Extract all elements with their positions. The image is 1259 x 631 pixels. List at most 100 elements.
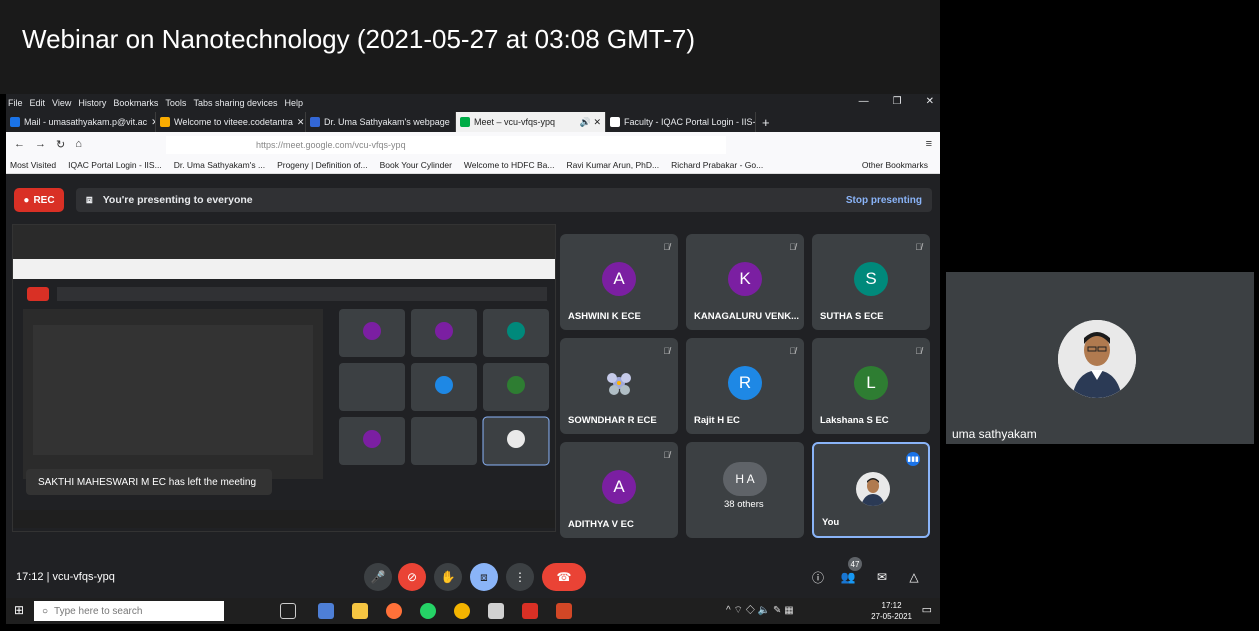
mic-off-icon: 🎙̸ — [789, 346, 796, 356]
menu-icon[interactable]: ≡ — [926, 138, 932, 150]
participant-avatar: S — [854, 262, 888, 296]
activities-icon[interactable]: △ — [900, 563, 928, 591]
menu-bookmarks[interactable]: Bookmarks — [113, 98, 158, 108]
taskbar-clock[interactable]: 17:12 27-05-2021 — [871, 600, 912, 622]
speaking-indicator-icon: ▮▮▮ — [906, 452, 920, 466]
bookmark-item[interactable]: Ravi Kumar Arun, PhD... — [566, 160, 659, 170]
participant-name: ADITHYA V EC — [568, 519, 634, 530]
menu-tabs-sharing[interactable]: Tabs sharing devices — [193, 98, 277, 108]
menu-help[interactable]: Help — [284, 98, 303, 108]
search-icon: ○ — [42, 605, 49, 617]
home-icon[interactable]: ⌂ — [75, 138, 82, 150]
others-tile[interactable]: H A 38 others — [686, 442, 804, 538]
meeting-info: 17:12 | vcu-vfqs-ypq — [16, 571, 115, 583]
tab-viteee[interactable]: Welcome to viteee.codetantra ✕ — [156, 112, 306, 132]
task-view-icon[interactable] — [280, 603, 296, 619]
notifications-icon[interactable]: ▭ — [922, 603, 932, 616]
new-tab-button[interactable]: + — [756, 112, 776, 132]
iqac-icon — [610, 117, 620, 127]
meet-icon — [460, 117, 470, 127]
app-icon[interactable] — [488, 603, 504, 619]
tab-iqac[interactable]: Faculty - IQAC Portal Login - IIS-IQ✕ — [606, 112, 756, 132]
recording-title: Webinar on Nanotechnology (2021-05-27 at… — [0, 0, 940, 94]
participant-tile[interactable]: 🎙̸ R Rajit H EC — [686, 338, 804, 434]
self-name: You — [822, 517, 840, 528]
bookmark-item[interactable]: Most Visited — [10, 160, 56, 170]
participant-name: Lakshana S EC — [820, 415, 889, 426]
mic-off-icon: 🎙̸ — [663, 346, 670, 356]
mic-button[interactable]: 🎤 — [364, 563, 392, 591]
taskbar-search-input[interactable]: ○ Type here to search — [34, 601, 224, 621]
webpage-icon — [310, 117, 320, 127]
participant-avatar: K — [728, 262, 762, 296]
mic-off-icon: 🎙̸ — [789, 242, 796, 252]
chrome-icon[interactable] — [454, 603, 470, 619]
bookmark-item[interactable]: Book Your Cylinder — [380, 160, 452, 170]
forward-icon[interactable]: → — [35, 138, 46, 150]
menu-tools[interactable]: Tools — [165, 98, 186, 108]
self-tile[interactable]: ▮▮▮ You — [812, 442, 930, 538]
raise-hand-button[interactable]: ✋ — [434, 563, 462, 591]
participant-tile[interactable]: 🎙̸ SOWNDHAR R ECE — [560, 338, 678, 434]
participant-count-badge: 47 — [848, 557, 862, 571]
participant-tile[interactable]: 🎙̸ A ADITHYA V EC — [560, 442, 678, 538]
bookmark-item[interactable]: Dr. Uma Sathyakam's ... — [174, 160, 265, 170]
participant-tile[interactable]: 🎙̸ K KANAGALURU VENK... — [686, 234, 804, 330]
participant-name: SUTHA S ECE — [820, 311, 884, 322]
bookmark-item[interactable]: IQAC Portal Login - IIS... — [68, 160, 162, 170]
participant-tile[interactable]: 🎙̸ A ASHWINI K ECE — [560, 234, 678, 330]
others-avatars: H A — [723, 462, 767, 496]
close-tab-icon[interactable]: ✕ — [297, 117, 305, 128]
participant-tile[interactable]: 🎙̸ L Lakshana S EC — [812, 338, 930, 434]
tab-webpage[interactable]: Dr. Uma Sathyakam's webpage✕ — [306, 112, 456, 132]
participant-name: KANAGALURU VENK... — [694, 311, 800, 322]
restore-icon[interactable]: ❐ — [893, 96, 902, 107]
windows-start-icon[interactable]: ⊞ — [14, 603, 24, 617]
acrobat-icon[interactable] — [522, 603, 538, 619]
other-bookmarks[interactable]: Other Bookmarks — [862, 160, 928, 170]
others-count: 38 others — [724, 499, 764, 510]
close-tab-icon[interactable]: 🔊 ✕ — [580, 117, 601, 128]
menu-view[interactable]: View — [52, 98, 71, 108]
close-icon[interactable]: ✕ — [926, 96, 934, 107]
firefox-icon[interactable] — [386, 603, 402, 619]
bookmark-item[interactable]: Welcome to HDFC Ba... — [464, 160, 555, 170]
stop-presenting-button[interactable]: Stop presenting — [846, 195, 922, 206]
mail-icon — [10, 117, 20, 127]
reload-icon[interactable]: ↻ — [56, 138, 65, 151]
flower-avatar-icon — [607, 373, 631, 395]
menu-edit[interactable]: Edit — [30, 98, 46, 108]
window-controls: — ❐ ✕ — [859, 96, 934, 107]
whatsapp-icon[interactable] — [420, 603, 436, 619]
mic-off-icon: 🎙̸ — [663, 450, 670, 460]
participant-avatar: A — [602, 470, 636, 504]
minimize-icon[interactable]: — — [859, 96, 869, 107]
self-photo-icon — [861, 478, 885, 506]
pen-icon[interactable] — [318, 603, 334, 619]
participant-name: SOWNDHAR R ECE — [568, 415, 657, 426]
participant-avatar: L — [854, 366, 888, 400]
url-bar[interactable]: https://meet.google.com/vcu-vfqs-ypq — [166, 136, 726, 154]
chat-icon[interactable]: ✉ — [868, 563, 896, 591]
powerpoint-icon[interactable] — [556, 603, 572, 619]
participant-avatar-image — [602, 366, 636, 400]
leave-call-button[interactable]: ☎ — [542, 563, 586, 591]
bookmarks-bar: Most Visited IQAC Portal Login - IIS... … — [6, 156, 940, 174]
file-explorer-icon[interactable] — [352, 603, 368, 619]
viteee-icon — [160, 117, 170, 127]
menu-file[interactable]: File — [8, 98, 23, 108]
info-icon[interactable]: ⓘ — [804, 563, 832, 591]
participant-avatar: A — [602, 262, 636, 296]
participant-avatar: R — [728, 366, 762, 400]
tab-meet[interactable]: Meet – vcu-vfqs-ypq 🔊 ✕ — [456, 112, 606, 132]
participant-tile[interactable]: 🎙̸ S SUTHA S ECE — [812, 234, 930, 330]
bookmark-item[interactable]: Richard Prabakar - Go... — [671, 160, 763, 170]
more-options-button[interactable]: ⋮ — [506, 563, 534, 591]
back-icon[interactable]: ← — [14, 138, 25, 150]
bookmark-item[interactable]: Progeny | Definition of... — [277, 160, 368, 170]
camera-off-button[interactable]: ⊘ — [398, 563, 426, 591]
tab-mail[interactable]: Mail - umasathyakam.p@vit.ac✕ — [6, 112, 156, 132]
present-button[interactable]: ⧈ — [470, 563, 498, 591]
rec-button[interactable]: ● REC — [14, 188, 64, 212]
menu-history[interactable]: History — [78, 98, 106, 108]
